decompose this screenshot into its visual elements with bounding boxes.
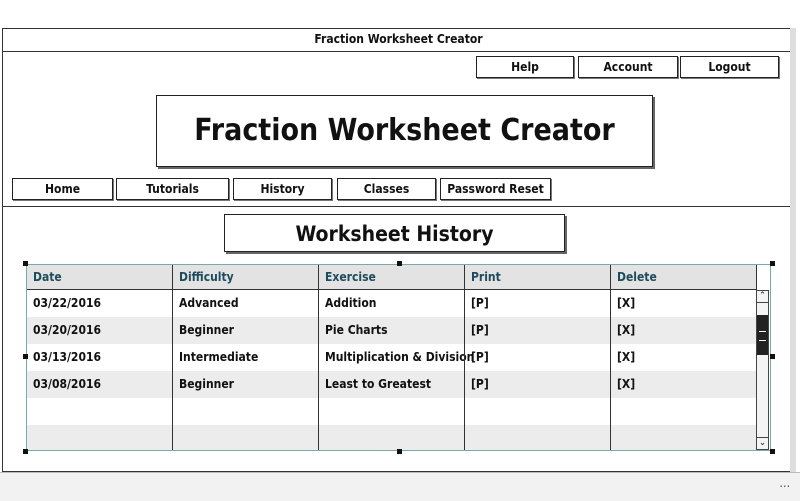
cell-difficulty: Advanced (179, 296, 239, 310)
column-divider (610, 265, 611, 450)
logo-banner: Fraction Worksheet Creator (156, 95, 653, 167)
cell-exercise: Multiplication & Division (325, 350, 475, 364)
print-link[interactable]: [P] (465, 290, 489, 317)
table-row-empty (27, 425, 757, 450)
table-header: Date Difficulty Exercise Print Delete (27, 265, 757, 290)
section-title: Worksheet History (224, 214, 565, 252)
print-link[interactable]: [P] (465, 371, 489, 398)
resize-grip-icon[interactable]: ⋯ (779, 479, 790, 493)
scrollbar-thumb[interactable] (757, 315, 768, 355)
table-body: 03/22/2016 Advanced Addition [P] [X] 03/… (27, 290, 757, 450)
resize-handle[interactable] (770, 354, 775, 359)
table-scrollbar[interactable]: ⌃ ⌄ (756, 290, 769, 450)
cell-difficulty: Beginner (179, 377, 235, 391)
delete-link[interactable]: [X] (611, 344, 635, 371)
cell-exercise: Pie Charts (325, 323, 388, 337)
help-button[interactable]: Help (476, 56, 574, 78)
resize-handle[interactable] (770, 449, 775, 454)
grip-icon (759, 331, 766, 341)
cell-exercise: Addition (325, 296, 377, 310)
logout-button[interactable]: Logout (680, 56, 779, 78)
account-button[interactable]: Account (578, 56, 678, 78)
table-row[interactable]: 03/13/2016 Intermediate Multiplication &… (27, 344, 757, 371)
print-link[interactable]: [P] (465, 317, 489, 344)
logo-title: Fraction Worksheet Creator (194, 113, 615, 148)
cell-date: 03/20/2016 (33, 323, 101, 337)
delete-link[interactable]: [X] (611, 290, 635, 317)
cell-date: 03/13/2016 (33, 350, 101, 364)
delete-link[interactable]: [X] (611, 317, 635, 344)
resize-handle[interactable] (23, 354, 28, 359)
app-window: Fraction Worksheet Creator Help Account … (2, 28, 795, 472)
window-title: Fraction Worksheet Creator (3, 29, 794, 52)
column-header-date[interactable]: Date (27, 265, 172, 289)
cell-difficulty: Intermediate (179, 350, 259, 364)
cell-difficulty: Beginner (179, 323, 235, 337)
nav-classes-button[interactable]: Classes (337, 178, 436, 200)
column-header-difficulty[interactable]: Difficulty (173, 265, 319, 289)
column-header-exercise[interactable]: Exercise (319, 265, 465, 289)
print-link[interactable]: [P] (465, 344, 489, 371)
chevron-up-icon[interactable]: ⌃ (757, 291, 768, 303)
column-header-delete[interactable]: Delete (611, 265, 757, 289)
status-bar: ⋯ (0, 472, 800, 501)
chevron-down-icon[interactable]: ⌄ (757, 437, 768, 449)
table-row[interactable]: 03/20/2016 Beginner Pie Charts [P] [X] (27, 317, 757, 344)
history-table: Date Difficulty Exercise Print Delete 03… (26, 264, 771, 451)
nav-tutorials-button[interactable]: Tutorials (116, 178, 229, 200)
delete-link[interactable]: [X] (611, 371, 635, 398)
cell-date: 03/08/2016 (33, 377, 101, 391)
table-row[interactable]: 03/22/2016 Advanced Addition [P] [X] (27, 290, 757, 317)
cell-exercise: Least to Greatest (325, 377, 432, 391)
column-divider (318, 265, 319, 450)
resize-handle[interactable] (23, 261, 28, 266)
header-divider (3, 206, 794, 207)
nav-password-reset-button[interactable]: Password Reset (440, 178, 551, 200)
nav-home-button[interactable]: Home (12, 178, 113, 200)
table-row[interactable]: 03/08/2016 Beginner Least to Greatest [P… (27, 371, 757, 398)
resize-handle[interactable] (397, 261, 402, 266)
column-divider (464, 265, 465, 450)
window-scrollbar[interactable] (790, 28, 796, 472)
resize-handle[interactable] (770, 261, 775, 266)
table-row-empty (27, 398, 757, 425)
column-divider (172, 265, 173, 450)
cell-date: 03/22/2016 (33, 296, 101, 310)
resize-handle[interactable] (23, 449, 28, 454)
column-header-print[interactable]: Print (465, 265, 611, 289)
nav-history-button[interactable]: History (233, 178, 332, 200)
resize-handle[interactable] (397, 449, 402, 454)
